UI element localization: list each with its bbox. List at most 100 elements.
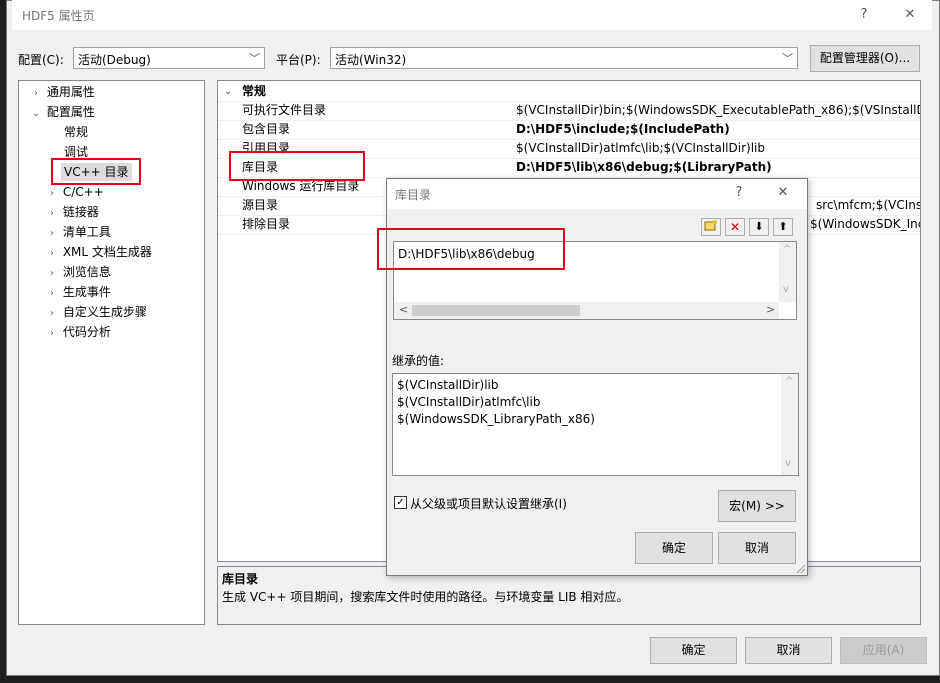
scroll-down-icon[interactable]: v bbox=[785, 458, 791, 469]
chevron-down-icon: ﹀ bbox=[782, 52, 793, 65]
tree-item-custom-build-step[interactable]: › 自定义生成步骤 bbox=[45, 303, 147, 321]
resize-grip-icon[interactable] bbox=[794, 562, 806, 574]
apply-label: 应用(A) bbox=[862, 643, 905, 657]
dialog-cancel-button[interactable]: 取消 bbox=[718, 532, 796, 564]
config-dropdown[interactable]: 活动(Debug) ﹀ bbox=[73, 47, 265, 69]
grid-row-value: D:\HDF5\include;$(IncludePath) bbox=[516, 122, 730, 136]
ok-button[interactable]: 确定 bbox=[650, 637, 737, 664]
grid-row-name: 包含目录 bbox=[242, 122, 291, 136]
scroll-right-icon[interactable]: > bbox=[766, 303, 775, 316]
platform-value: 活动(Win32) bbox=[335, 53, 407, 67]
vertical-scrollbar[interactable]: ^ v bbox=[781, 374, 798, 475]
description-text: 生成 VC++ 项目期间，搜索库文件时使用的路径。与环境变量 LIB 相对应。 bbox=[222, 590, 629, 604]
grid-row-value: src\mfcm;$(VCInstal bbox=[816, 198, 921, 212]
tree-item-label: 自定义生成步骤 bbox=[62, 305, 147, 319]
scroll-up-icon[interactable]: ^ bbox=[785, 376, 793, 387]
tree-item-label: 常规 bbox=[64, 125, 89, 139]
chevron-right-icon[interactable]: › bbox=[45, 245, 59, 263]
tree-item-general[interactable]: 常规 bbox=[64, 123, 88, 141]
scroll-up-icon[interactable]: ^ bbox=[783, 244, 791, 255]
grid-row-value: $(VCInstallDir)bin;$(WindowsSDK_Executab… bbox=[516, 103, 921, 117]
chevron-right-icon[interactable]: › bbox=[45, 225, 59, 243]
highlight-box-library-dirs bbox=[229, 151, 365, 181]
tree-item-linker[interactable]: › 链接器 bbox=[45, 203, 99, 221]
list-item: $(WindowsSDK_LibraryPath_x86) bbox=[397, 412, 595, 426]
tree-item-xml-doc-generator[interactable]: › XML 文档生成器 bbox=[45, 243, 152, 261]
help-icon[interactable]: ? bbox=[854, 5, 874, 25]
config-label: 配置(C): bbox=[18, 53, 64, 67]
chevron-right-icon[interactable]: › bbox=[45, 265, 59, 283]
tree-item-manifest-tool[interactable]: › 清单工具 bbox=[45, 223, 111, 241]
grid-row-name: 排除目录 bbox=[242, 217, 291, 231]
chevron-right-icon[interactable]: › bbox=[45, 305, 59, 323]
chevron-right-icon[interactable]: › bbox=[45, 325, 59, 343]
config-manager-label: 配置管理器(O)... bbox=[819, 51, 911, 65]
chevron-down-icon[interactable]: ⌄ bbox=[224, 82, 232, 101]
help-icon[interactable]: ? bbox=[729, 183, 749, 203]
grid-row-name: 源目录 bbox=[242, 198, 279, 212]
scroll-down-icon[interactable]: v bbox=[783, 284, 789, 295]
tree-item-label: 生成事件 bbox=[62, 285, 111, 299]
grid-row-include-dirs[interactable]: 包含目录 D:\HDF5\include;$(IncludePath) bbox=[218, 120, 920, 140]
grid-row-executable-dirs[interactable]: 可执行文件目录 $(VCInstallDir)bin;$(WindowsSDK_… bbox=[218, 101, 920, 121]
list-item: $(VCInstallDir)atlmfc\lib bbox=[397, 395, 541, 409]
tree-item-label: C/C++ bbox=[62, 185, 104, 199]
dialog-ok-button[interactable]: 确定 bbox=[635, 532, 713, 564]
tree-item-general-properties[interactable]: › 通用属性 bbox=[29, 83, 95, 101]
ok-label: 确定 bbox=[681, 643, 706, 657]
tree-item-config-properties[interactable]: ⌄ 配置属性 bbox=[29, 103, 95, 121]
window-title: HDF5 属性页 bbox=[22, 9, 95, 23]
tree-item-label: 清单工具 bbox=[62, 225, 111, 239]
tree-item-label: 链接器 bbox=[62, 205, 99, 219]
close-icon[interactable]: ✕ bbox=[773, 183, 793, 203]
description-title: 库目录 bbox=[222, 572, 259, 586]
tree-item-c-cpp[interactable]: › C/C++ bbox=[45, 183, 104, 201]
scroll-thumb[interactable] bbox=[412, 305, 580, 316]
tree-item-label: 浏览信息 bbox=[62, 265, 111, 279]
tree-item-browse-info[interactable]: › 浏览信息 bbox=[45, 263, 111, 281]
close-icon[interactable]: ✕ bbox=[900, 5, 920, 25]
title-bar: HDF5 属性页 ? ✕ bbox=[12, 0, 932, 30]
inherited-values-label: 继承的值: bbox=[392, 354, 445, 368]
cancel-label: 取消 bbox=[776, 643, 801, 657]
tree-item-label: 通用属性 bbox=[46, 85, 95, 99]
move-down-icon[interactable]: ⬇ bbox=[749, 218, 769, 236]
inherit-checkbox-label[interactable]: 从父级或项目默认设置继承(I) bbox=[410, 495, 567, 512]
vertical-scrollbar[interactable]: ^ v bbox=[779, 242, 796, 302]
chevron-right-icon[interactable]: › bbox=[29, 85, 43, 103]
apply-button[interactable]: 应用(A) bbox=[840, 637, 927, 664]
tree-item-label: XML 文档生成器 bbox=[62, 245, 152, 259]
chevron-right-icon[interactable]: › bbox=[45, 205, 59, 223]
grid-section-general[interactable]: ⌄ 常规 bbox=[218, 82, 920, 102]
tree-item-build-events[interactable]: › 生成事件 bbox=[45, 283, 111, 301]
chevron-right-icon[interactable]: › bbox=[45, 285, 59, 303]
list-item: $(VCInstallDir)lib bbox=[397, 378, 499, 392]
inherited-values-list: $(VCInstallDir)lib $(VCInstallDir)atlmfc… bbox=[392, 373, 799, 476]
dialog-title: 库目录 bbox=[395, 188, 432, 202]
grid-row-value: D:\HDF5\lib\x86\debug;$(LibraryPath) bbox=[516, 160, 772, 174]
highlight-box-edit-value bbox=[377, 228, 565, 270]
move-up-icon[interactable]: ⬆ bbox=[773, 218, 793, 236]
grid-section-label: 常规 bbox=[242, 84, 267, 98]
dialog-cancel-label: 取消 bbox=[744, 541, 769, 555]
config-value: 活动(Debug) bbox=[78, 53, 151, 67]
grid-row-value: $(VCInstallDir)atlmfc\lib;$(VCInstallDir… bbox=[516, 141, 765, 155]
macro-label: 宏(M) >> bbox=[729, 499, 785, 513]
highlight-box-vc-directories bbox=[51, 158, 141, 185]
platform-label: 平台(P): bbox=[276, 53, 321, 67]
scroll-left-icon[interactable]: < bbox=[399, 303, 408, 316]
macro-button[interactable]: 宏(M) >> bbox=[718, 490, 796, 522]
platform-dropdown[interactable]: 活动(Win32) ﹀ bbox=[330, 47, 798, 69]
delete-icon[interactable]: ✕ bbox=[725, 218, 745, 236]
chevron-right-icon[interactable]: › bbox=[45, 185, 59, 203]
chevron-down-icon: ﹀ bbox=[249, 52, 260, 65]
cancel-button[interactable]: 取消 bbox=[745, 637, 832, 664]
inherit-checkbox[interactable]: ✓ bbox=[394, 496, 407, 509]
tree-item-label: 配置属性 bbox=[46, 105, 95, 119]
chevron-down-icon[interactable]: ⌄ bbox=[29, 105, 43, 123]
dialog-ok-label: 确定 bbox=[661, 541, 686, 555]
tree-item-code-analysis[interactable]: › 代码分析 bbox=[45, 323, 111, 341]
config-manager-button[interactable]: 配置管理器(O)... bbox=[810, 45, 920, 72]
horizontal-scrollbar[interactable]: < > bbox=[394, 302, 779, 319]
new-line-icon[interactable] bbox=[701, 218, 721, 236]
